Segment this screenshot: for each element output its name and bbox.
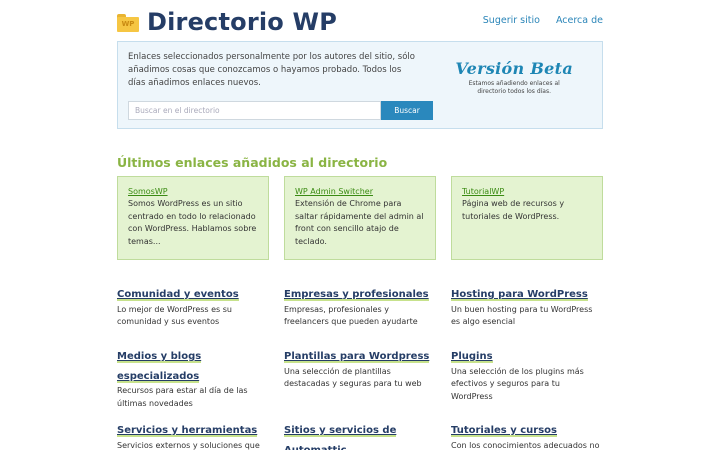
category-item: Comunidad y eventos Lo mejor de WordPres…	[117, 282, 269, 329]
category-link[interactable]: Sitios y servicios de Automattic	[284, 425, 397, 450]
category-link[interactable]: Comunidad y eventos	[117, 289, 239, 301]
category-item: Sitios y servicios de Automattic	[284, 418, 436, 450]
category-item: Tutoriales y cursos Con los conocimiento…	[451, 418, 603, 450]
site-header: WP Directorio WP Sugerir sitio Acerca de	[117, 8, 603, 38]
beta-badge: Versión Beta Estamos añadiendo enlaces a…	[455, 59, 573, 96]
category-item: Hosting para WordPress Un buen hosting p…	[451, 282, 603, 329]
category-link[interactable]: Plantillas para Wordpress	[284, 351, 430, 363]
latest-links-heading: Últimos enlaces añadidos al directorio	[117, 155, 388, 170]
category-link[interactable]: Empresas y profesionales	[284, 289, 429, 301]
card-link[interactable]: SomosWP	[128, 186, 258, 198]
category-description: Servicios externos y soluciones que	[117, 440, 260, 450]
category-link[interactable]: Medios y blogs especializados	[117, 351, 202, 383]
category-item: Servicios y herramientas Servicios exter…	[117, 418, 269, 450]
search-form: Buscar	[128, 101, 433, 120]
card-link[interactable]: WP Admin Switcher	[295, 186, 425, 198]
category-description: Empresas, profesionales y freelancers qu…	[284, 304, 418, 327]
nav-link-acerca-de[interactable]: Acerca de	[556, 15, 603, 26]
search-input[interactable]	[128, 101, 381, 120]
search-button[interactable]: Buscar	[381, 101, 433, 120]
link-card: SomosWP Somos WordPress es un sitio cent…	[117, 176, 269, 260]
category-description: Con los conocimientos adecuados no	[451, 440, 600, 450]
category-item: Medios y blogs especializados Recursos p…	[117, 344, 269, 410]
category-item: Empresas y profesionales Empresas, profe…	[284, 282, 436, 329]
category-description: Un buen hosting para tu WordPress es alg…	[451, 304, 593, 327]
beta-subtitle: Estamos añadiendo enlaces al directorio …	[468, 80, 560, 95]
folder-icon: WP	[117, 14, 139, 32]
category-link[interactable]: Tutoriales y cursos	[451, 425, 557, 437]
category-description: Una selección de plantillas destacadas y…	[284, 366, 422, 389]
site-title[interactable]: Directorio WP	[147, 8, 337, 36]
category-link[interactable]: Servicios y herramientas	[117, 425, 258, 437]
card-description: Somos WordPress es un sitio centrado en …	[128, 199, 257, 246]
site-logo[interactable]: WP Directorio WP	[117, 8, 337, 36]
category-item: Plugins Una selección de los plugins más…	[451, 344, 603, 403]
category-link[interactable]: Hosting para WordPress	[451, 289, 588, 301]
category-description: Una selección de los plugins más efectiv…	[451, 366, 584, 401]
intro-text: Enlaces seleccionados personalmente por …	[128, 52, 415, 88]
card-description: Página web de recursos y tutoriales de W…	[462, 199, 565, 221]
top-nav: Sugerir sitio Acerca de	[483, 15, 603, 26]
category-description: Lo mejor de WordPress es su comunidad y …	[117, 304, 232, 327]
category-item: Plantillas para Wordpress Una selección …	[284, 344, 436, 391]
link-card: TutorialWP Página web de recursos y tuto…	[451, 176, 603, 260]
card-description: Extensión de Chrome para saltar rápidame…	[295, 199, 424, 246]
beta-title: Versión Beta	[455, 59, 573, 78]
intro-panel: Enlaces seleccionados personalmente por …	[117, 41, 603, 129]
card-link[interactable]: TutorialWP	[462, 186, 592, 198]
category-description: Recursos para estar al día de las última…	[117, 386, 248, 408]
latest-links-list: SomosWP Somos WordPress es un sitio cent…	[117, 176, 603, 260]
nav-link-sugerir-sitio[interactable]: Sugerir sitio	[483, 15, 540, 26]
link-card: WP Admin Switcher Extensión de Chrome pa…	[284, 176, 436, 260]
category-link[interactable]: Plugins	[451, 351, 493, 363]
